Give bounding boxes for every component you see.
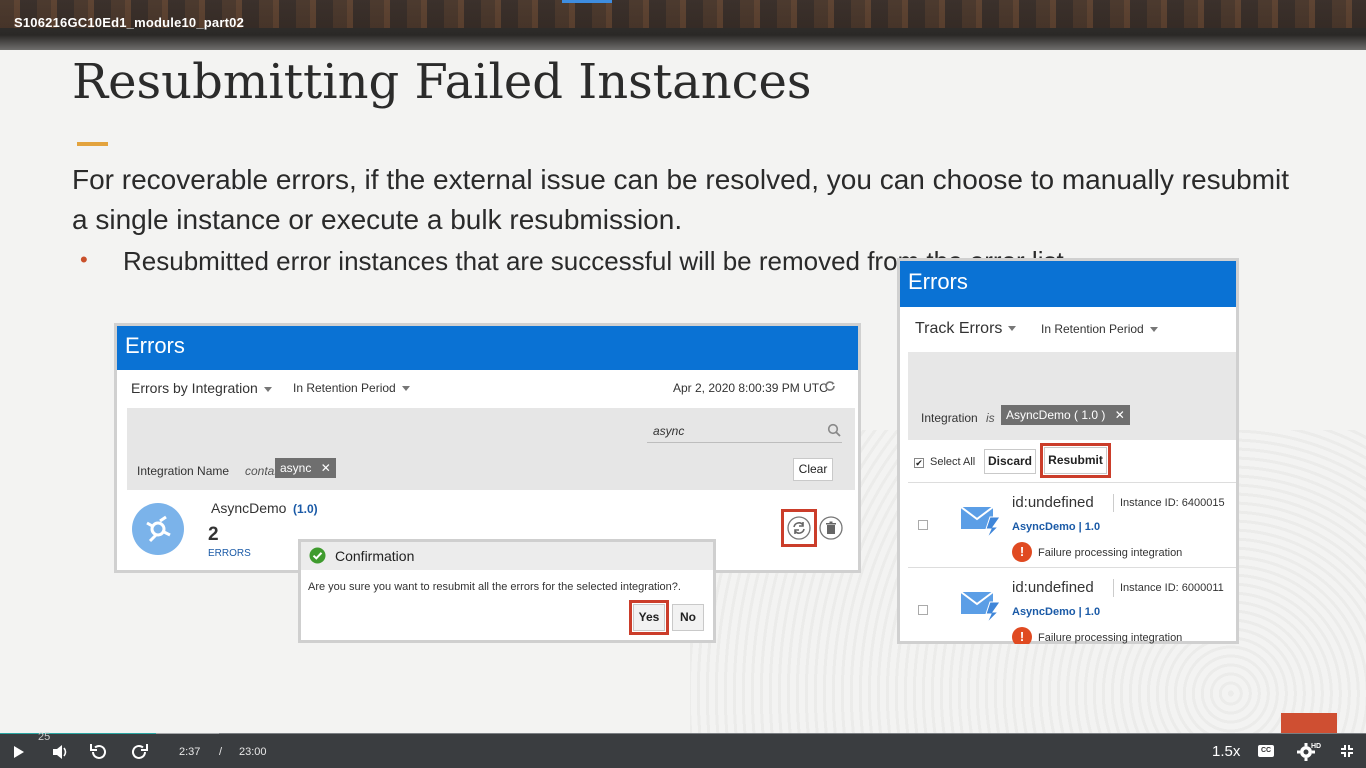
rewind-icon[interactable] (89, 742, 109, 767)
title-accent-bar (77, 142, 108, 146)
search-icon[interactable] (827, 423, 841, 442)
bullet-marker: • (80, 247, 88, 272)
period-selector-label: In Retention Period (293, 381, 396, 395)
warning-icon: ! (1012, 627, 1032, 644)
view-selector[interactable]: Errors by Integration (131, 380, 272, 396)
filter-field-label: Integration (921, 411, 978, 425)
chevron-down-icon (1008, 326, 1017, 332)
current-time: 2:37 (179, 746, 201, 758)
period-selector-label: In Retention Period (1041, 322, 1144, 336)
confirmation-dialog: Confirmation Are you sure you want to re… (298, 539, 716, 643)
integration-link[interactable]: AsyncDemo | 1.0 (1012, 606, 1100, 618)
resubmit-icon[interactable] (787, 516, 811, 545)
forward-icon[interactable] (129, 742, 149, 767)
slide-number: 25 (38, 731, 51, 743)
integration-version: (1.0) (293, 502, 318, 516)
resubmit-button[interactable]: Resubmit (1044, 447, 1107, 474)
slide-title: Resubmitting Failed Instances (72, 54, 812, 110)
message-error-icon (960, 588, 1002, 629)
filter-area: async Integration Name contains async ✕ … (127, 408, 855, 490)
filter-chip[interactable]: async ✕ (275, 458, 336, 478)
instance-id: Instance ID: 6000011 (1120, 582, 1224, 594)
slide-lead-text: For recoverable errors, if the external … (72, 164, 1290, 235)
chevron-down-icon (1149, 327, 1158, 333)
filter-area: Integration is AsyncDemo ( 1.0 ) ✕ (908, 352, 1236, 440)
error-message: Failure processing integration (1038, 632, 1183, 644)
close-icon[interactable]: ✕ (1115, 408, 1125, 422)
divider (1113, 494, 1114, 512)
select-all-checkbox[interactable]: ✔ (914, 458, 924, 468)
title-bar-indicator (562, 0, 612, 3)
fullscreen-exit-icon[interactable] (1340, 744, 1354, 763)
row-checkbox[interactable] (918, 520, 928, 530)
yes-button[interactable]: Yes (633, 604, 665, 631)
time-separator: / (219, 746, 223, 758)
captions-icon[interactable]: CC (1258, 745, 1274, 757)
panel-header: Errors (117, 326, 858, 370)
integration-name[interactable]: AsyncDemo (211, 500, 286, 516)
duration: 23:00 (239, 746, 267, 758)
period-selector[interactable]: In Retention Period (293, 381, 410, 395)
warning-icon: ! (1012, 542, 1032, 562)
discard-button[interactable]: Discard (984, 449, 1036, 474)
no-button[interactable]: No (672, 604, 704, 631)
divider (1113, 579, 1114, 597)
error-count: 2 (208, 524, 219, 545)
view-selector-label: Errors by Integration (131, 380, 258, 396)
error-row: id:undefined Instance ID: 6400015 AsyncD… (908, 483, 1236, 569)
filter-chip[interactable]: AsyncDemo ( 1.0 ) ✕ (1001, 405, 1130, 425)
volume-icon[interactable] (52, 744, 70, 765)
refresh-icon[interactable] (823, 379, 837, 396)
filter-operator: is (986, 411, 995, 425)
dialog-message: Are you sure you want to resubmit all th… (308, 581, 681, 593)
select-all-label: Select All (930, 456, 976, 468)
dialog-header: Confirmation (301, 542, 713, 570)
error-id: id:undefined (1012, 579, 1094, 596)
video-title-bar: S106216GC10Ed1_module10_part02 (0, 0, 1366, 50)
period-selector[interactable]: In Retention Period (1041, 322, 1158, 336)
panel-header: Errors (900, 261, 1236, 307)
view-selector[interactable]: Track Errors (915, 320, 1017, 338)
chevron-down-icon (401, 386, 410, 392)
row-checkbox[interactable] (918, 605, 928, 615)
error-id: id:undefined (1012, 494, 1094, 511)
errors-by-integration-panel: Errors Errors by Integration In Retentio… (114, 323, 861, 573)
panel-filter-bar: Errors by Integration In Retention Perio… (117, 370, 858, 406)
refresh-timestamp: Apr 2, 2020 8:00:39 PM UTC (673, 381, 828, 395)
video-title: S106216GC10Ed1_module10_part02 (14, 15, 245, 30)
chevron-down-icon (263, 386, 272, 392)
search-input[interactable]: async (647, 424, 842, 443)
track-errors-panel: Errors Track Errors In Retention Period … (897, 258, 1239, 644)
dialog-title: Confirmation (335, 548, 415, 564)
message-error-icon (960, 503, 1002, 544)
video-player-controls: 25 2:37 / 23:00 1.5x CC HD (0, 731, 1366, 768)
speed-button[interactable]: 1.5x (1212, 743, 1240, 760)
instance-id: Instance ID: 6400015 (1120, 497, 1225, 509)
filter-chip-label: async (280, 461, 312, 475)
error-row: id:undefined Instance ID: 6000011 AsyncD… (908, 568, 1236, 644)
check-circle-icon (309, 547, 326, 567)
filter-chip-label: AsyncDemo ( 1.0 ) (1006, 408, 1106, 422)
hd-badge: HD (1311, 743, 1322, 750)
close-icon[interactable]: ✕ (321, 461, 331, 475)
delete-icon[interactable] (819, 516, 843, 545)
errors-label: ERRORS (208, 548, 251, 559)
clear-button[interactable]: Clear (793, 458, 833, 481)
view-selector-label: Track Errors (915, 320, 1003, 337)
filter-field-label: Integration Name (137, 464, 230, 478)
error-message: Failure processing integration (1038, 547, 1183, 559)
play-icon[interactable] (13, 745, 25, 764)
integration-avatar-icon (132, 503, 184, 555)
integration-link[interactable]: AsyncDemo | 1.0 (1012, 521, 1100, 533)
